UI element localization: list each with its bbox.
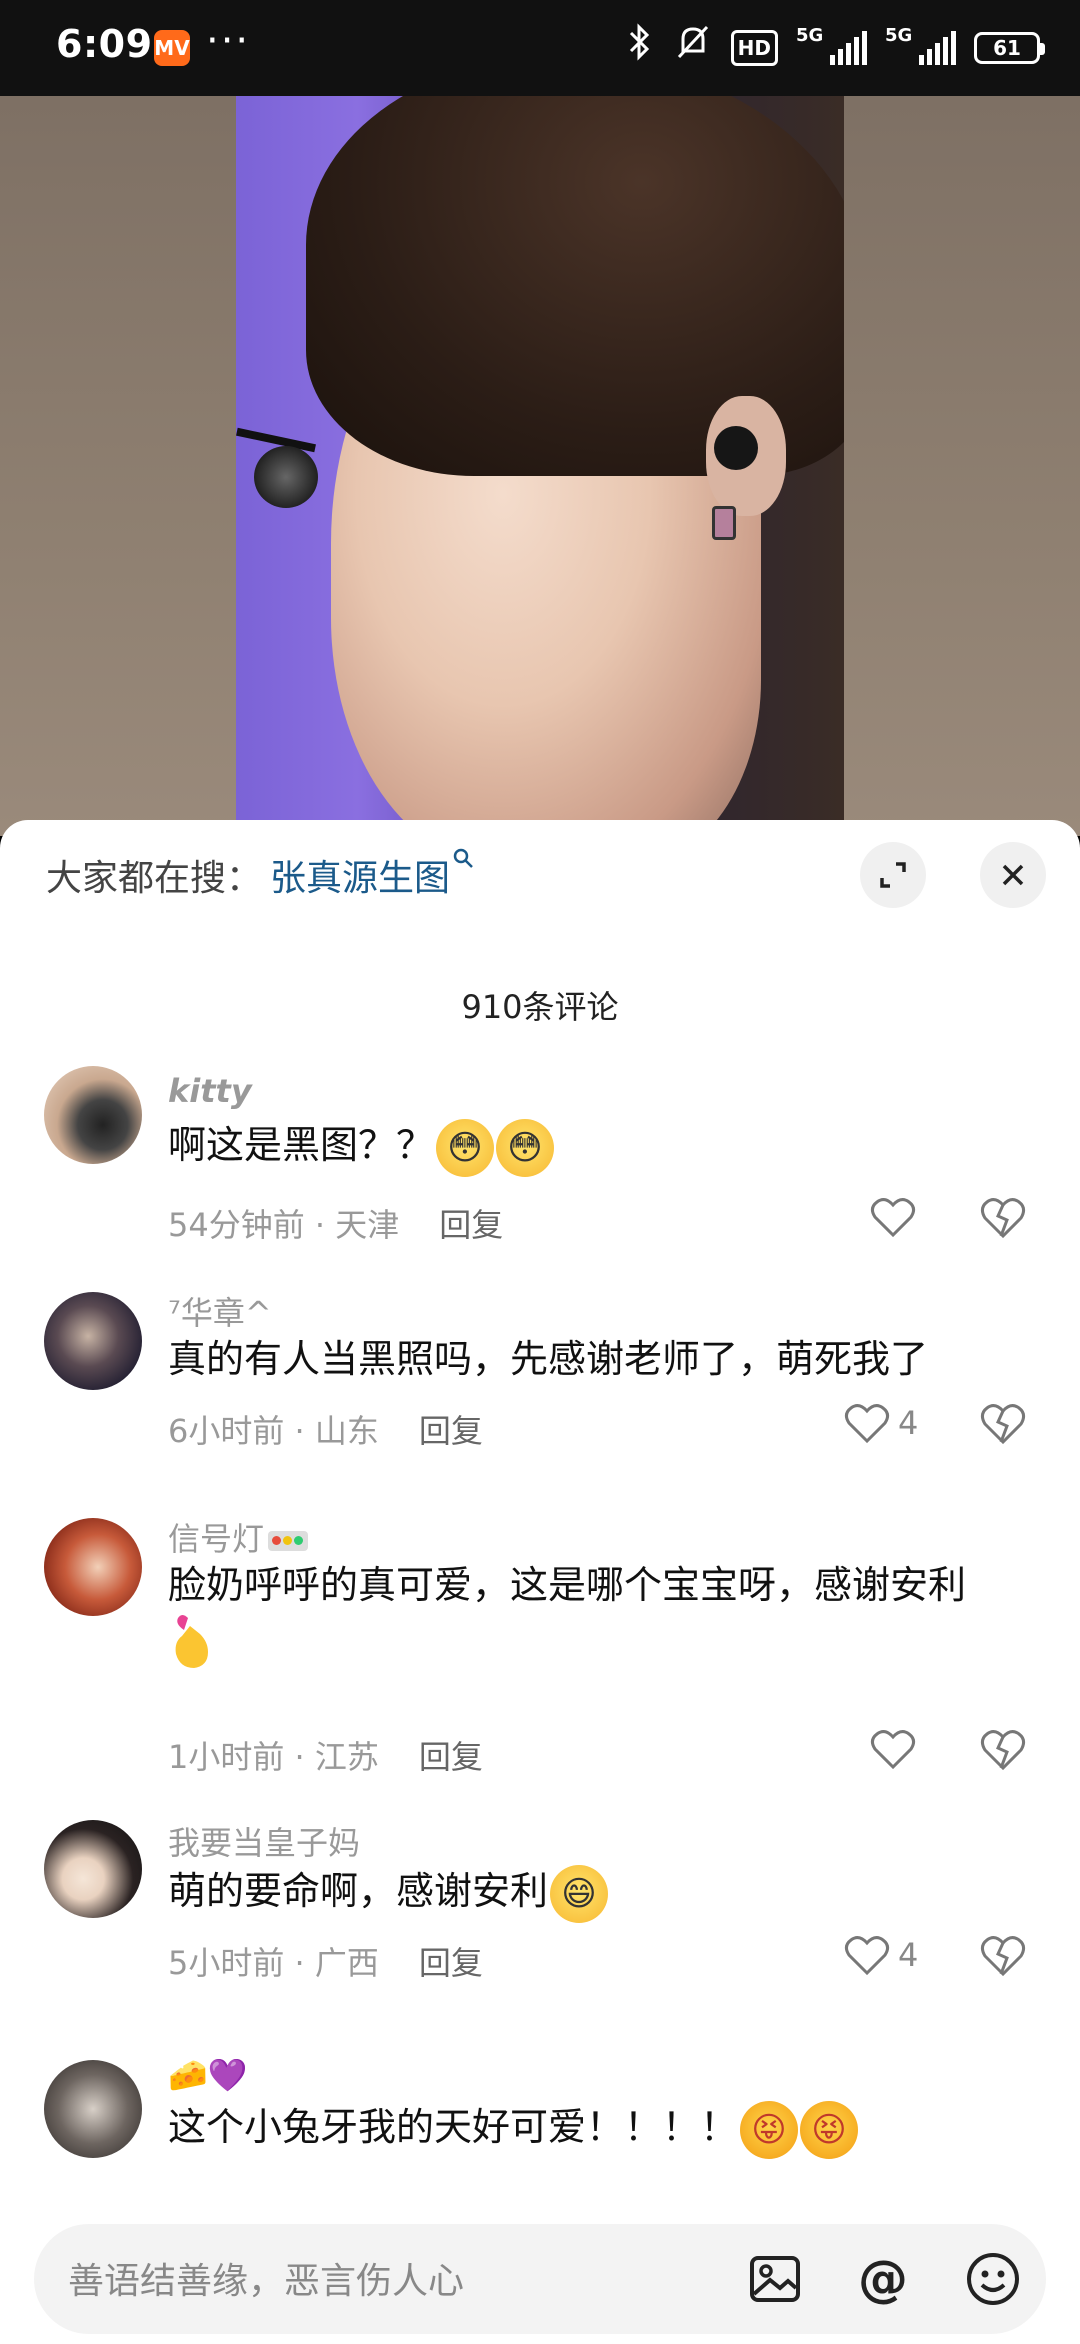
comment-text-body: 萌的要命啊，感谢安利 [168,1869,549,1913]
avatar[interactable] [44,1518,142,1616]
comment-text-body: 脸奶呼呼的真可爱，这是哪个宝宝呀，感谢安利 [168,1563,967,1607]
trending-search-link[interactable]: 张真源生图 [270,849,450,901]
comment-username[interactable]: 🧀💜 [168,2056,248,2094]
comment-input-bar[interactable]: 善语结善缘，恶言伤人心 @ [34,2224,1046,2334]
traffic-light-icon [268,1531,309,1551]
hd-voice-icon: HD [730,30,778,66]
comment-text-body: 啊这是黑图？？ [168,1123,435,1167]
comment-meta: 6小时前 · 山东 回复 [168,1412,483,1450]
comment-item[interactable]: 🧀💜 这个小兔牙我的天好可爱！！！！ 😝 😝 [0,2056,1080,2206]
bluetooth-icon [625,22,655,74]
comment-text: 啊这是黑图？？ 😳 😳 [168,1118,1038,1177]
close-button[interactable] [980,842,1046,908]
broken-heart-icon [980,1730,1026,1771]
comment-location: 广西 [314,1944,379,1982]
heart-icon [844,1936,890,1976]
like-button[interactable]: 4 [844,1402,918,1444]
flushed-face-emoji: 😳 [436,1118,495,1177]
status-bar: 6:09 MV ··· HD 5G 5G 61 [0,0,1080,96]
image-icon [750,2256,800,2302]
heart-icon [870,1198,916,1238]
close-icon [1002,864,1024,886]
avatar[interactable] [44,1820,142,1918]
broken-heart-icon [980,1404,1026,1445]
laughing-face-emoji: 😝 [740,2100,799,2159]
dislike-button[interactable] [980,1402,1026,1450]
emoji-picker-button[interactable] [962,2248,1024,2310]
broken-heart-icon [980,1936,1026,1977]
comment-text: 脸奶呼呼的真可爱，这是哪个宝宝呀，感谢安利 [168,1558,1038,1672]
dislike-button[interactable] [980,1196,1026,1244]
comment-location: 天津 [335,1206,400,1244]
comment-text-body: 这个小兔牙我的天好可爱！！！！ [168,2105,739,2149]
heart-hands-emoji [175,1615,208,1668]
comment-username[interactable]: ⁷华章^ [168,1288,272,1334]
search-icon[interactable] [452,847,474,875]
comment-username-text: 信号灯 [168,1520,265,1558]
comment-location: 江苏 [314,1738,379,1776]
comment-username[interactable]: kitty [168,1072,252,1110]
avatar[interactable] [44,1292,142,1390]
like-count: 4 [898,1936,919,1974]
app-notification-icon: MV [154,30,190,66]
emoji-icon [967,2253,1019,2305]
like-button[interactable]: 4 [844,1934,918,1976]
expand-icon [880,862,906,888]
more-notifications-icon: ··· [206,18,251,64]
comment-meta: 1小时前 · 江苏 回复 [168,1738,483,1776]
comment-location: 山东 [314,1412,379,1450]
reply-button[interactable]: 回复 [419,1738,483,1776]
comment-username[interactable]: 信号灯 [168,1514,309,1560]
network-type-2: 5G [885,25,913,46]
comment-count: 910条评论 [461,988,619,1026]
mention-button[interactable]: @ [852,2248,914,2310]
heart-icon [844,1404,890,1444]
heart-icon [870,1730,916,1770]
signal-strength-icon-1: 5G [796,25,867,65]
dislike-button[interactable] [980,1934,1026,1982]
comments-sheet: 大家都在搜： 张真源生图 910条评论 kitty 啊这是黑图？？ 😳 😳 54分钟… [0,820,1080,2344]
comment-text: 这个小兔牙我的天好可爱！！！！ 😝 😝 [168,2100,1038,2159]
network-type-1: 5G [796,25,824,46]
like-button[interactable] [870,1728,916,1770]
comment-meta: 5小时前 · 广西 回复 [168,1944,483,1982]
comment-text: 萌的要命啊，感谢安利 😄 [168,1864,1038,1923]
reply-button[interactable]: 回复 [439,1206,503,1244]
comment-input-placeholder[interactable]: 善语结善缘，恶言伤人心 [68,2252,464,2304]
status-time: 6:09 [56,22,153,66]
image-picker-button[interactable] [744,2248,806,2310]
reply-button[interactable]: 回复 [419,1412,483,1450]
avatar[interactable] [44,1066,142,1164]
comment-meta: 54分钟前 · 天津 回复 [168,1206,504,1244]
like-button[interactable] [870,1196,916,1238]
trending-search-bar: 大家都在搜： 张真源生图 [46,847,474,901]
comment-text: 真的有人当黑照吗，先感谢老师了，萌死我了 [168,1337,929,1381]
broken-heart-icon [980,1198,1026,1239]
comment-time: 6小时前 [168,1412,285,1450]
comment-time: 5小时前 [168,1944,285,1982]
like-count: 4 [898,1404,919,1442]
video-player[interactable] [0,96,1080,836]
grinning-face-emoji: 😄 [550,1864,609,1923]
comment-username[interactable]: 我要当皇子妈 [168,1818,360,1864]
battery-icon: 61 [974,32,1045,64]
trending-search-label: 大家都在搜： [46,858,263,899]
video-frame-image [236,96,844,836]
avatar[interactable] [44,2060,142,2158]
expand-button[interactable] [860,842,926,908]
comment-time: 54分钟前 [168,1206,305,1244]
reply-button[interactable]: 回复 [419,1944,483,1982]
laughing-face-emoji: 😝 [800,2100,859,2159]
flushed-face-emoji: 😳 [496,1118,555,1177]
signal-strength-icon-2: 5G [885,25,956,65]
mute-bell-icon [673,23,713,74]
dislike-button[interactable] [980,1728,1026,1776]
comment-time: 1小时前 [168,1738,285,1776]
